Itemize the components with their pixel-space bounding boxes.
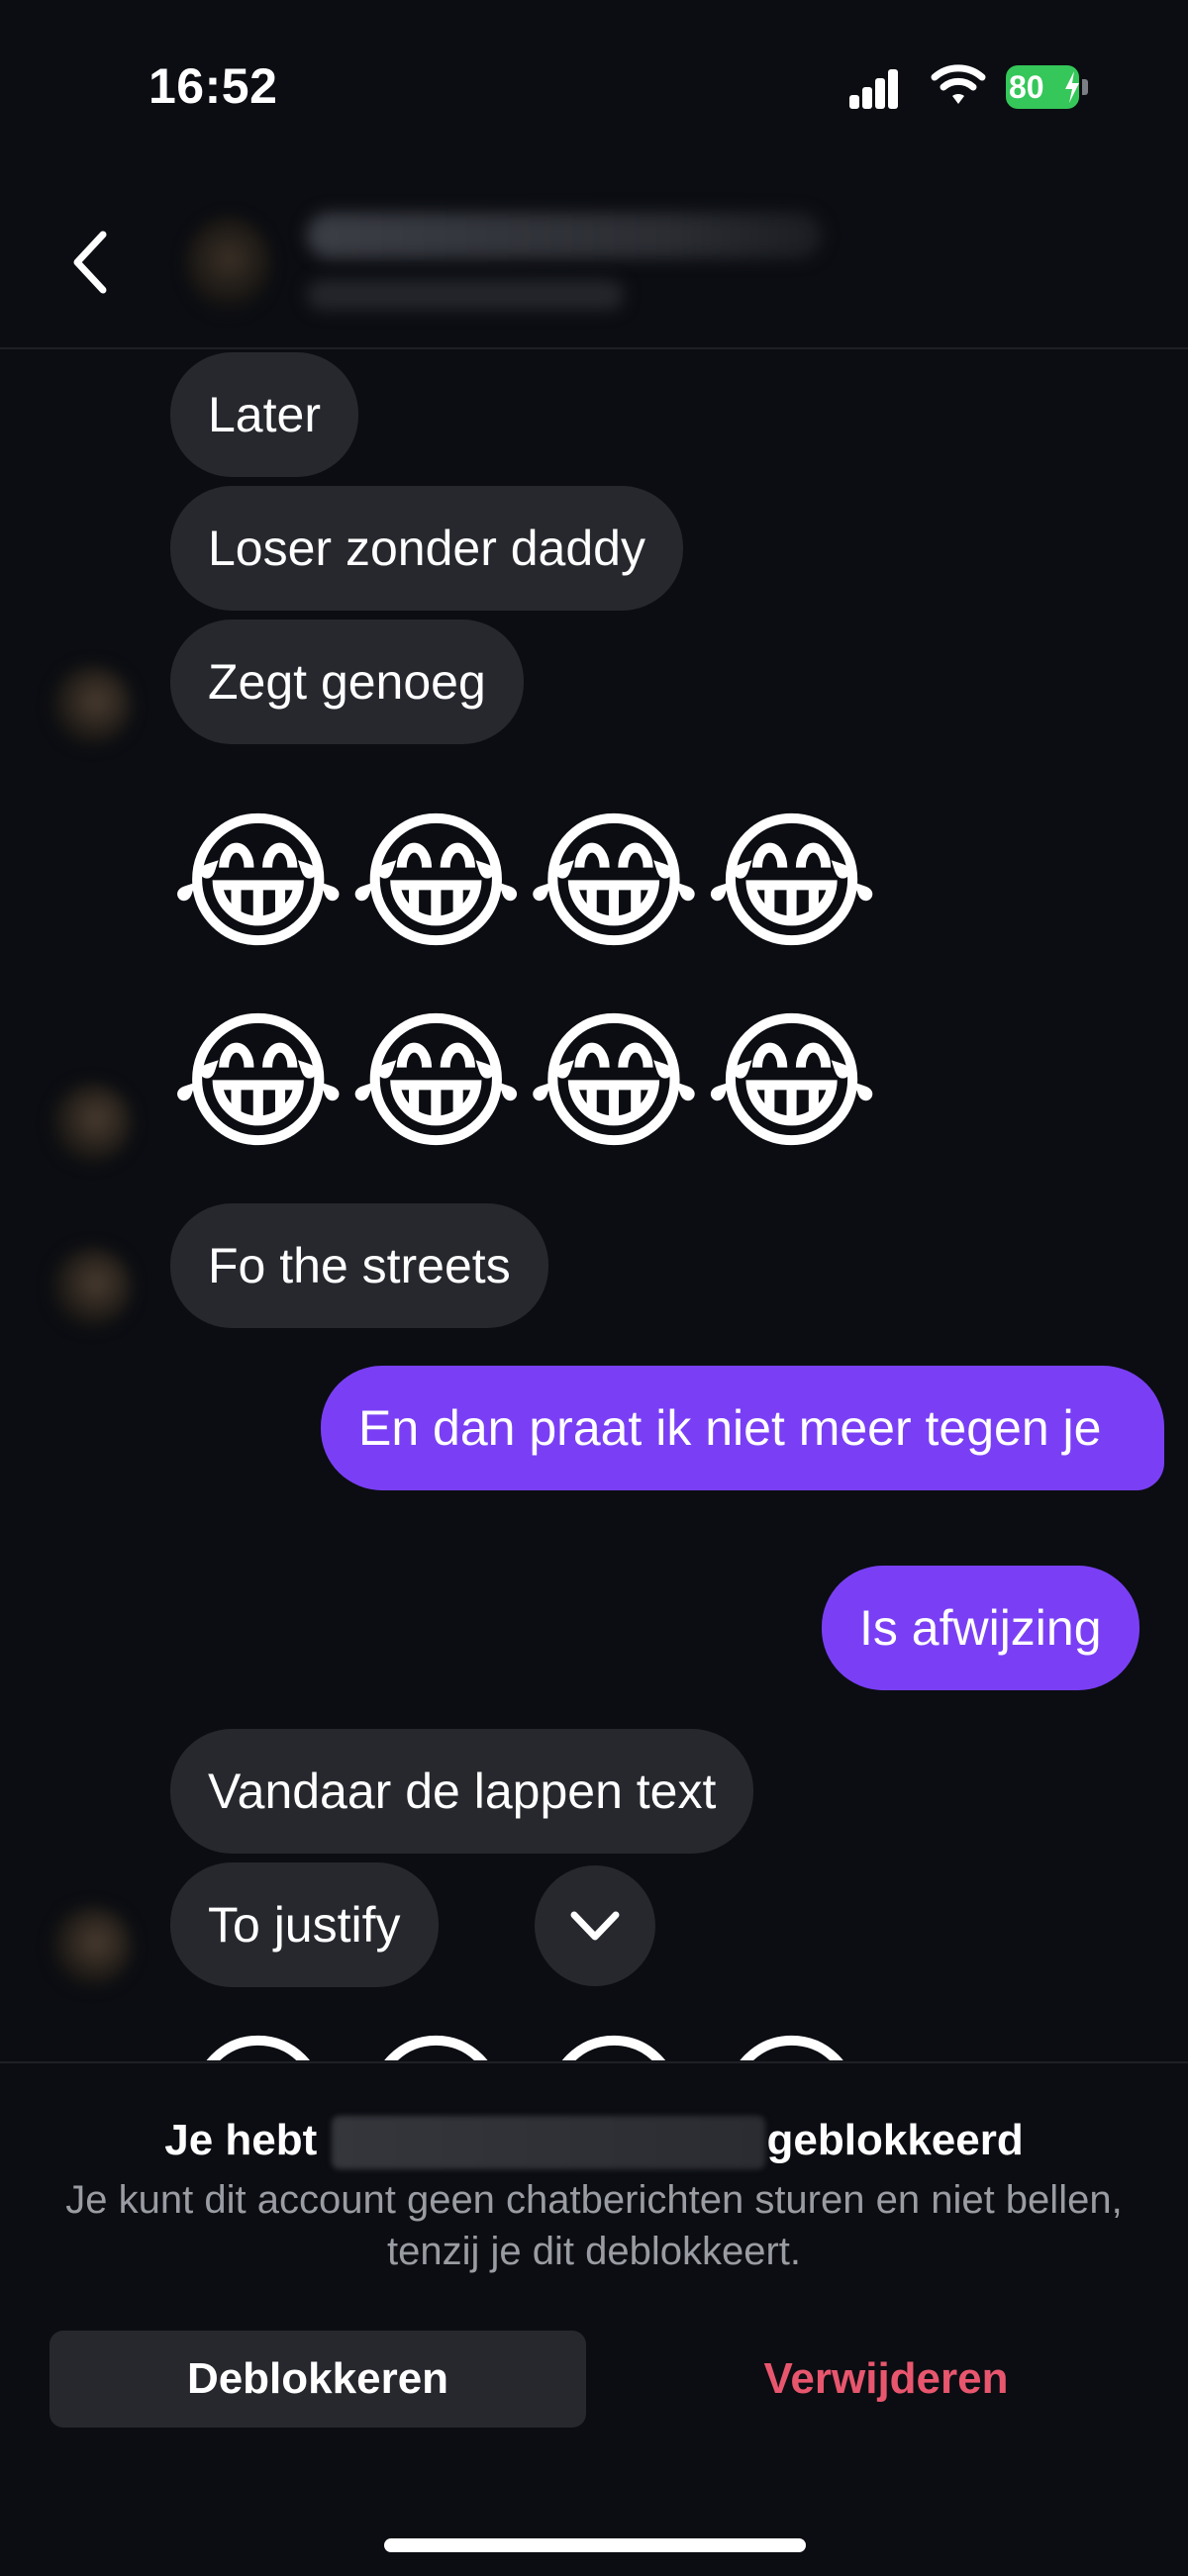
blocked-title: Je hebt geblokkeerd: [0, 2111, 1188, 2170]
contact-subtitle-redacted: [307, 280, 624, 310]
sender-avatar[interactable]: [51, 1247, 133, 1328]
emoji-message[interactable]: 😂😂😂😂: [170, 804, 881, 962]
blocked-panel: Je hebt geblokkeerd Je kunt dit account …: [0, 2061, 1188, 2576]
charging-bolt-icon: [1065, 71, 1079, 103]
delete-button[interactable]: Verwijderen: [634, 2331, 1138, 2428]
blocked-name-redacted: [331, 2116, 765, 2170]
status-time: 16:52: [148, 58, 278, 114]
blocked-title-suffix: geblokkeerd: [766, 2116, 1024, 2164]
message-bubble[interactable]: Loser zonder daddy: [170, 486, 683, 611]
emoji-message[interactable]: 😂😂😂😂: [170, 2026, 881, 2060]
message-bubble-outgoing[interactable]: En dan praat ik niet meer tegen je: [321, 1366, 1164, 1490]
message-bubble-outgoing[interactable]: Is afwijzing: [822, 1566, 1139, 1690]
cellular-signal-icon: [849, 67, 899, 109]
chevron-down-icon: [570, 1911, 620, 1941]
battery-icon: 80: [1006, 65, 1089, 109]
scroll-to-bottom-button[interactable]: [535, 1865, 655, 1986]
sender-avatar[interactable]: [51, 1083, 133, 1164]
message-bubble[interactable]: Fo the streets: [170, 1203, 548, 1328]
chat-header: [0, 173, 1188, 349]
message-bubble[interactable]: Later: [170, 352, 358, 477]
sender-avatar[interactable]: [51, 665, 133, 746]
message-bubble[interactable]: Vandaar de lappen text: [170, 1729, 754, 1854]
emoji-message[interactable]: 😂😂😂😂: [170, 1003, 881, 1162]
back-button[interactable]: [61, 223, 121, 302]
blocked-description: Je kunt dit account geen chatberichten s…: [65, 2178, 1123, 2273]
contact-avatar[interactable]: [184, 215, 273, 314]
status-bar: 16:52 80: [0, 0, 1188, 173]
message-thread[interactable]: Later Loser zonder daddy Zegt genoeg 😂😂😂…: [0, 348, 1188, 2060]
blocked-title-prefix: Je hebt: [164, 2116, 318, 2164]
unblock-button[interactable]: Deblokkeren: [50, 2331, 586, 2428]
wifi-icon: [931, 64, 986, 104]
message-bubble[interactable]: To justify: [170, 1862, 439, 1987]
home-indicator[interactable]: [384, 2538, 806, 2552]
message-bubble[interactable]: Zegt genoeg: [170, 620, 524, 744]
sender-avatar[interactable]: [51, 1906, 133, 1987]
contact-name-redacted[interactable]: [307, 213, 822, 258]
